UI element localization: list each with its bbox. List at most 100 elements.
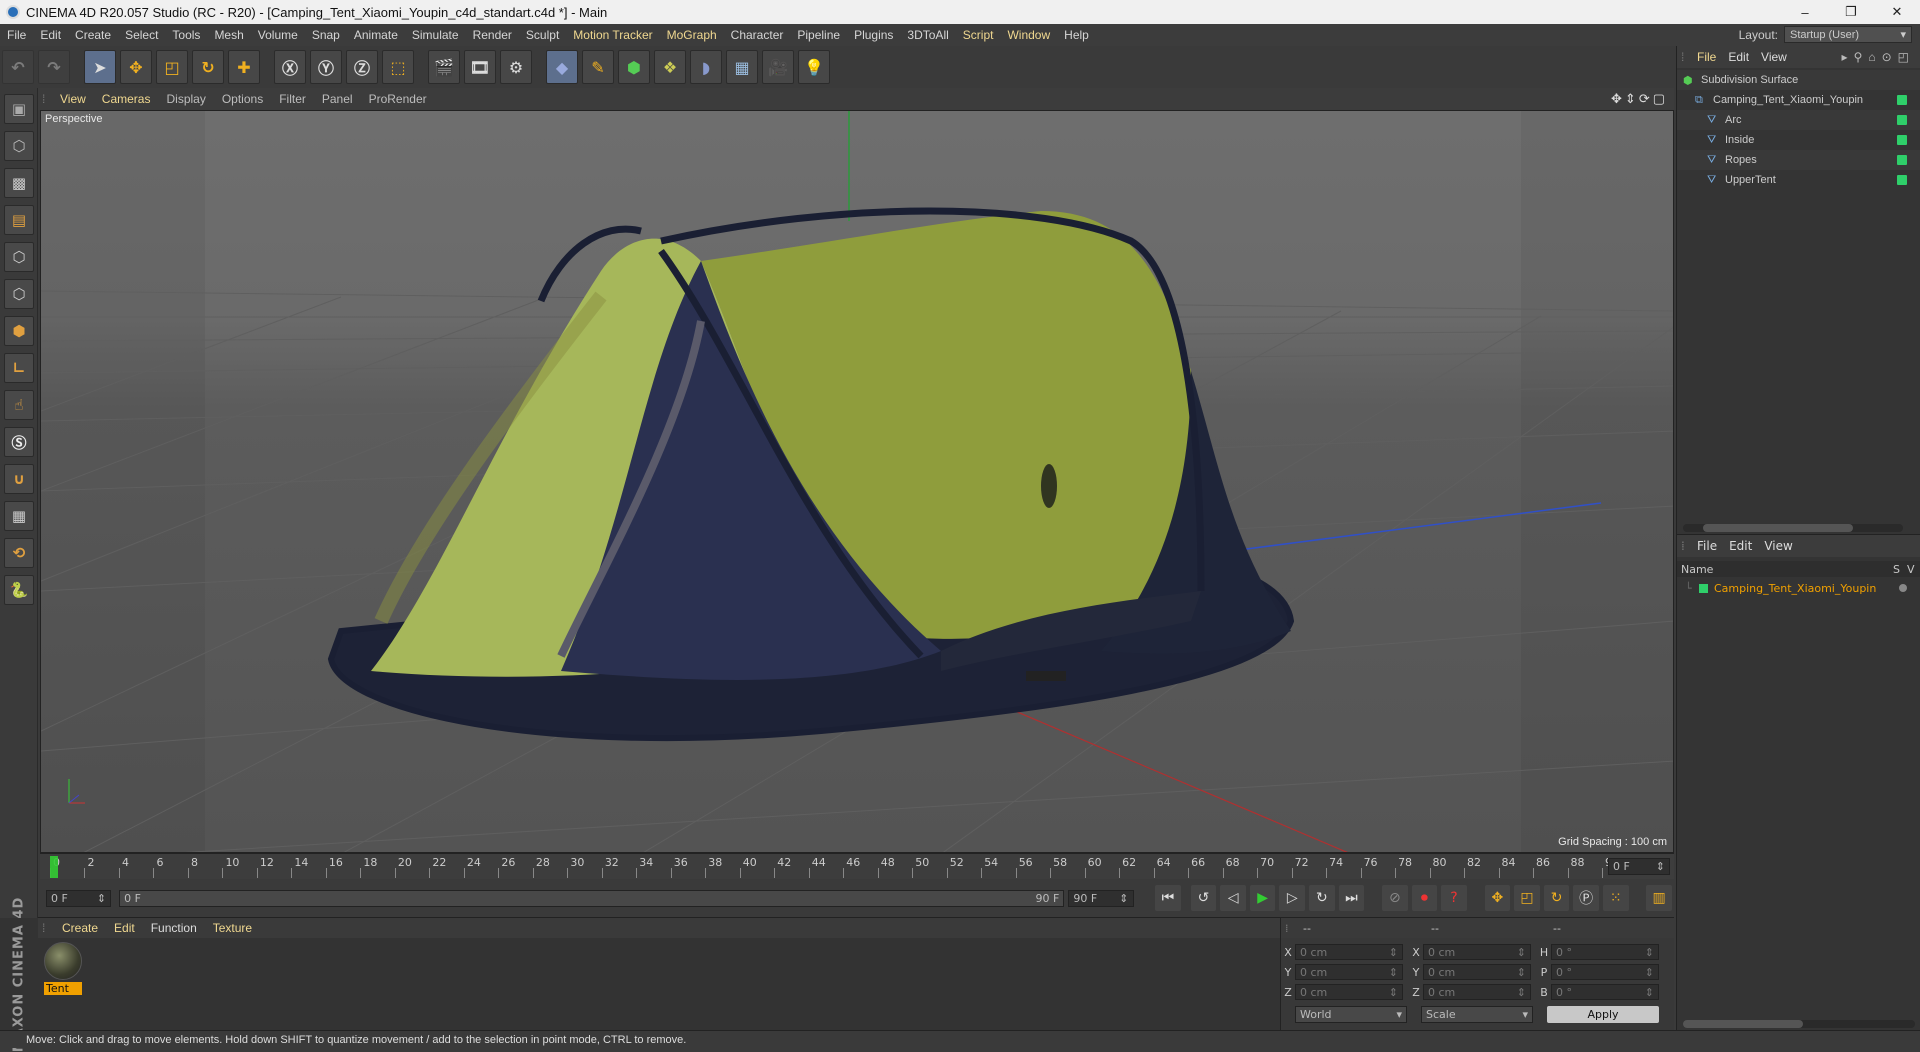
menu-sculpt[interactable]: Sculpt (519, 28, 566, 42)
layer-row[interactable]: └ Camping_Tent_Xiaomi_Youpin (1677, 579, 1920, 597)
menu-tools[interactable]: Tools (165, 28, 207, 42)
current-frame-field[interactable]: 0 F ⇕ (1608, 858, 1670, 875)
material-menu-edit[interactable]: Edit (106, 921, 143, 935)
selection-tool-icon[interactable]: ➤ (84, 50, 116, 84)
layer-menu-edit[interactable]: Edit (1723, 539, 1758, 553)
object-row[interactable]: ⛛ UpperTent (1677, 170, 1920, 190)
object-manager-tools-icons[interactable]: ▸⚲⌂⊙◰ (1842, 50, 1915, 64)
object-row[interactable]: ⛛ Inside (1677, 130, 1920, 150)
key-rotation-icon[interactable]: ↻ (1543, 885, 1570, 911)
object-row[interactable]: ⛛ Ropes (1677, 150, 1920, 170)
deformer-icon[interactable]: ◗ (690, 50, 722, 84)
next-frame-icon[interactable]: ▷ (1279, 885, 1306, 911)
axis-mode-icon[interactable]: ∟ (4, 353, 34, 383)
menu-script[interactable]: Script (956, 28, 1001, 42)
array-object-icon[interactable]: ❖ (654, 50, 686, 84)
menu-help[interactable]: Help (1057, 28, 1096, 42)
menu-create[interactable]: Create (68, 28, 118, 42)
menu-render[interactable]: Render (466, 28, 519, 42)
locked-workplane-icon[interactable]: ⟲ (4, 538, 34, 568)
material-item[interactable]: Tent (44, 942, 82, 995)
object-row[interactable]: ⛛ Arc (1677, 110, 1920, 130)
camera-icon[interactable]: 🎥 (762, 50, 794, 84)
timeline-window-icon[interactable]: ▥ (1646, 885, 1672, 911)
workplane-grid-icon[interactable]: ▦ (4, 501, 34, 531)
previous-key-icon[interactable]: ↺ (1190, 885, 1217, 911)
menu-edit[interactable]: Edit (33, 28, 68, 42)
object-menu-view[interactable]: View (1755, 50, 1793, 64)
viewport-menu-panel[interactable]: Panel (314, 92, 361, 106)
layer-menu-file[interactable]: File (1691, 539, 1723, 553)
menu-pipeline[interactable]: Pipeline (790, 28, 847, 42)
z-axis-lock-icon[interactable]: Ⓩ (346, 50, 378, 84)
playhead[interactable] (50, 856, 58, 878)
recent-tool-icon[interactable]: ✚ (228, 50, 260, 84)
object-row[interactable]: ⬢ Subdivision Surface (1677, 70, 1920, 90)
object-row[interactable]: ⧉ Camping_Tent_Xiaomi_Youpin (1677, 90, 1920, 110)
rotation-b-field[interactable]: 0 ° ⇕ (1551, 984, 1659, 1000)
menu-volume[interactable]: Volume (251, 28, 305, 42)
menu-snap[interactable]: Snap (305, 28, 347, 42)
size-y-field[interactable]: 0 cm ⇕ (1423, 964, 1531, 980)
scale-mode-dropdown[interactable]: Scale ▾ (1421, 1006, 1533, 1023)
menu-file[interactable]: File (0, 28, 33, 42)
layer-visibility-dot[interactable] (1899, 584, 1907, 592)
menu-select[interactable]: Select (118, 28, 165, 42)
previous-frame-icon[interactable]: ◁ (1220, 885, 1246, 911)
go-to-start-icon[interactable]: ⏮ (1155, 885, 1181, 911)
frame-range-slider[interactable]: 0 F 90 F (119, 889, 1065, 907)
start-frame-field[interactable]: 0 F ⇕ (46, 889, 112, 907)
menu-character[interactable]: Character (724, 28, 791, 42)
layer-scrollbar[interactable] (1683, 1020, 1915, 1028)
key-position-icon[interactable]: ✥ (1484, 885, 1511, 911)
rotation-h-field[interactable]: 0 ° ⇕ (1551, 944, 1659, 960)
menu-mesh[interactable]: Mesh (207, 28, 250, 42)
next-key-icon[interactable]: ↻ (1309, 885, 1335, 911)
size-z-field[interactable]: 0 cm ⇕ (1423, 984, 1531, 1000)
x-axis-lock-icon[interactable]: Ⓧ (274, 50, 306, 84)
position-y-field[interactable]: 0 cm ⇕ (1295, 964, 1403, 980)
horizontal-scrollbar[interactable] (1683, 524, 1903, 532)
redo-icon[interactable]: ↷ (38, 50, 70, 84)
light-icon[interactable]: 💡 (798, 50, 830, 84)
menu-mograph[interactable]: MoGraph (660, 28, 724, 42)
coordinate-mode-dropdown[interactable]: World ▾ (1295, 1006, 1407, 1023)
make-editable-icon[interactable]: ▣ (4, 94, 34, 124)
spline-pen-icon[interactable]: ✎ (582, 50, 614, 84)
undo-icon[interactable]: ↶ (2, 50, 34, 84)
y-axis-lock-icon[interactable]: Ⓨ (310, 50, 342, 84)
viewport-menu-filter[interactable]: Filter (271, 92, 314, 106)
object-menu-file[interactable]: File (1691, 50, 1722, 64)
cube-object-icon[interactable]: ◆ (546, 50, 578, 84)
layout-dropdown[interactable]: Startup (User) ▾ (1784, 26, 1912, 43)
layer-menu-view[interactable]: View (1758, 539, 1798, 553)
go-to-end-icon[interactable]: ⏭ (1338, 885, 1365, 911)
solo-mode-icon[interactable]: Ⓢ (4, 427, 34, 457)
perspective-viewport[interactable]: Perspective Grid Spacing : 100 cm (40, 110, 1674, 853)
key-parameter-icon[interactable]: Ⓟ (1573, 885, 1599, 911)
viewport-navigation-icons[interactable]: ✥⇕⟳▢ (1611, 91, 1668, 107)
menu-window[interactable]: Window (1000, 28, 1057, 42)
coordinate-system-icon[interactable]: ⬚ (382, 50, 414, 84)
position-z-field[interactable]: 0 cm ⇕ (1295, 984, 1403, 1000)
material-menu-create[interactable]: Create (54, 921, 106, 935)
material-menu-function[interactable]: Function (143, 921, 205, 935)
rotate-tool-icon[interactable]: ↻ (192, 50, 224, 84)
polygons-mode-icon[interactable]: ⬢ (4, 316, 34, 346)
size-x-field[interactable]: 0 cm ⇕ (1423, 944, 1531, 960)
minimize-button[interactable]: – (1782, 0, 1828, 24)
subdivision-generator-icon[interactable]: ⬢ (618, 50, 650, 84)
floor-scene-icon[interactable]: ▦ (726, 50, 758, 84)
apply-button[interactable]: Apply (1547, 1006, 1659, 1023)
rotation-p-field[interactable]: 0 ° ⇕ (1551, 964, 1659, 980)
viewport-menu-prorender[interactable]: ProRender (361, 92, 435, 106)
render-settings-icon[interactable]: ⚙ (500, 50, 532, 84)
edges-mode-icon[interactable]: ⬡ (4, 279, 34, 309)
menu-3dtoall[interactable]: 3DToAll (900, 28, 955, 42)
render-view-icon[interactable]: 🎬 (428, 50, 460, 84)
play-forward-icon[interactable]: ▶ (1249, 885, 1276, 911)
texture-mode-icon[interactable]: ▩ (4, 168, 34, 198)
restore-button[interactable]: ❐ (1828, 0, 1874, 24)
object-menu-edit[interactable]: Edit (1722, 50, 1755, 64)
viewport-menu-display[interactable]: Display (158, 92, 213, 106)
